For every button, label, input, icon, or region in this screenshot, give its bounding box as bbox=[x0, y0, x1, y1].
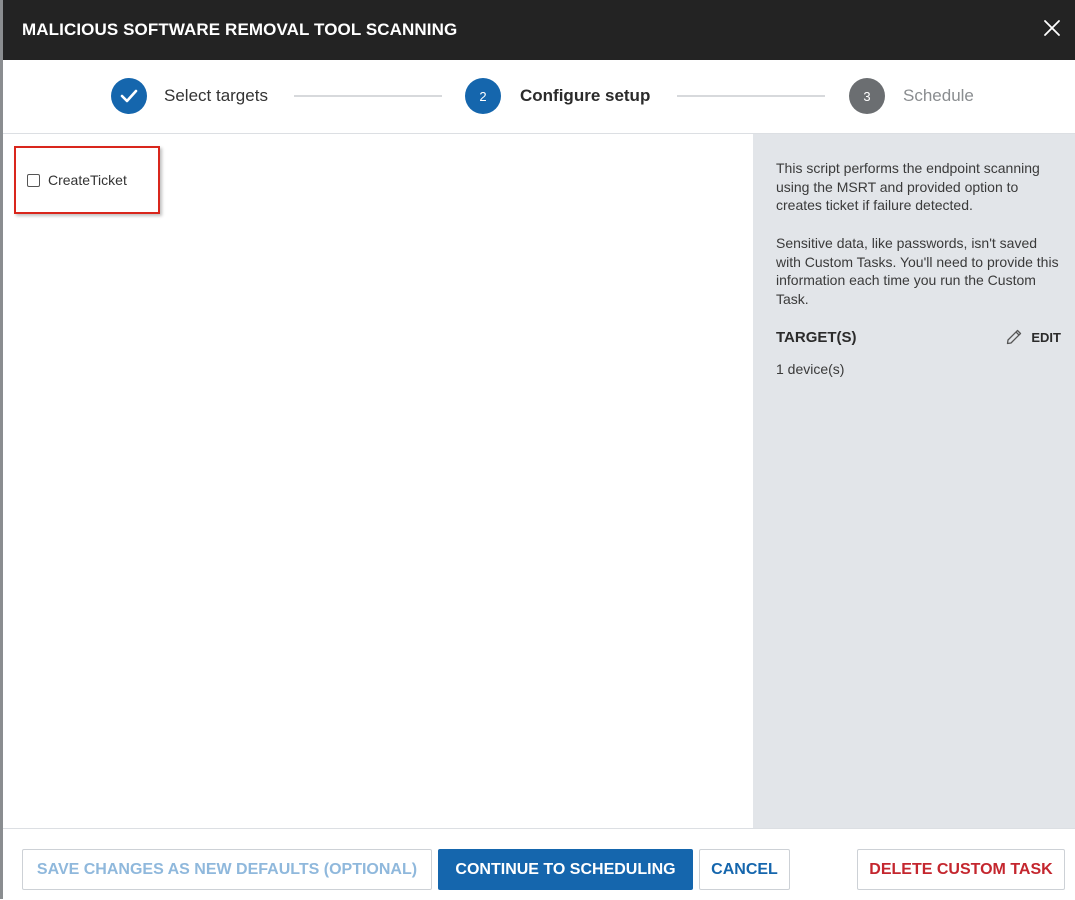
dialog-footer: SAVE CHANGES AS NEW DEFAULTS (OPTIONAL) … bbox=[3, 828, 1075, 900]
dialog-title: MALICIOUS SOFTWARE REMOVAL TOOL SCANNING bbox=[22, 20, 458, 39]
create-ticket-checkbox[interactable] bbox=[27, 173, 40, 187]
close-icon bbox=[1044, 20, 1060, 36]
step-connector bbox=[294, 95, 442, 97]
targets-count: 1 device(s) bbox=[776, 361, 845, 377]
save-defaults-button[interactable]: SAVE CHANGES AS NEW DEFAULTS (OPTIONAL) bbox=[22, 849, 432, 890]
create-ticket-option[interactable]: CreateTicket bbox=[27, 172, 127, 188]
targets-heading: TARGET(S) bbox=[776, 329, 857, 346]
step-connector bbox=[677, 95, 825, 97]
step-2-label: Configure setup bbox=[520, 86, 651, 105]
step-3-indicator: 3 bbox=[849, 78, 885, 114]
step-2-number: 2 bbox=[479, 88, 487, 104]
step-2-indicator: 2 bbox=[465, 78, 501, 114]
custom-task-dialog: MALICIOUS SOFTWARE REMOVAL TOOL SCANNING… bbox=[0, 0, 1075, 900]
dialog-titlebar: MALICIOUS SOFTWARE REMOVAL TOOL SCANNING bbox=[3, 0, 1075, 60]
edit-label: EDIT bbox=[1031, 329, 1061, 345]
sensitive-data-note: Sensitive data, like passwords, isn't sa… bbox=[776, 235, 1059, 308]
cancel-button[interactable]: CANCEL bbox=[699, 849, 790, 890]
step-3-label: Schedule bbox=[903, 86, 974, 105]
close-button[interactable] bbox=[1043, 19, 1061, 37]
pencil-icon bbox=[1007, 329, 1022, 345]
step-3-number: 3 bbox=[863, 88, 871, 104]
info-panel: This script performs the endpoint scanni… bbox=[753, 134, 1075, 828]
create-ticket-label[interactable]: CreateTicket bbox=[48, 172, 127, 188]
step-1-label[interactable]: Select targets bbox=[164, 86, 268, 106]
delete-custom-task-button[interactable]: DELETE CUSTOM TASK bbox=[857, 849, 1065, 890]
edit-targets-button[interactable]: EDIT bbox=[1005, 328, 1061, 346]
wizard-stepper: Select targets 2 Configure setup 3 Sched… bbox=[3, 60, 1075, 134]
continue-to-scheduling-button[interactable]: CONTINUE TO SCHEDULING bbox=[438, 849, 693, 890]
checkmark-icon bbox=[120, 89, 138, 103]
configure-form: CreateTicket bbox=[3, 134, 753, 828]
script-description: This script performs the endpoint scanni… bbox=[776, 160, 1040, 214]
step-1-indicator[interactable] bbox=[111, 78, 147, 114]
